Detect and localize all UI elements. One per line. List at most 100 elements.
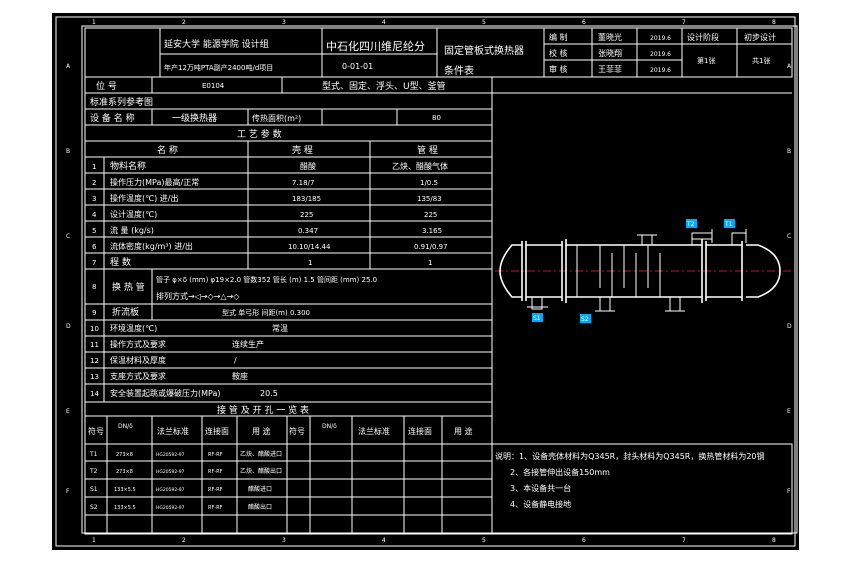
svg-text:安全装置起跳或爆破压力(MPa): 安全装置起跳或爆破压力(MPa) <box>110 388 221 398</box>
stage-label: 设计阶段 <box>687 32 719 42</box>
title-block: 延安大学 能源学院 设计组 中石化四川维尼纶分 年产12万吨PTA副产2400吨… <box>84 27 793 78</box>
row-number: 9 <box>92 309 96 317</box>
svg-text:设计温度(℃): 设计温度(℃) <box>110 209 157 219</box>
table-row: 7 程 数 1 1 <box>92 256 432 268</box>
equipment-value: 一级换热器 <box>172 112 217 124</box>
svg-text:3: 3 <box>92 195 96 203</box>
svg-text:S2: S2 <box>90 504 98 511</box>
col-number: 6 <box>582 537 586 544</box>
svg-text:操作压力(MPa)最高/正常: 操作压力(MPa)最高/正常 <box>110 177 199 187</box>
svg-text:0.347: 0.347 <box>298 227 318 235</box>
nozzle-row: S2 133×5.5 HG20592-97 RF-RF 醋酸出口 <box>90 503 272 511</box>
svg-text:RF-RF: RF-RF <box>208 469 223 475</box>
row-letter: C <box>787 233 791 240</box>
signer-name: 董晓光 <box>598 32 622 42</box>
table-row: 1 物料名称 醋酸 乙炔、醋酸气体 <box>92 160 448 172</box>
engineering-drawing: 1 2 3 4 5 6 7 8 1 2 3 4 5 6 7 8 A B C D … <box>55 16 798 547</box>
equipment-type: 型式、固定、浮头、U型、釜管 <box>322 80 446 92</box>
col-number: 5 <box>482 537 486 544</box>
row-letter: A <box>787 63 792 70</box>
col-header: 用 途 <box>454 426 473 436</box>
svg-text:HG20592-97: HG20592-97 <box>156 505 185 511</box>
col-header: 符号 <box>88 426 104 436</box>
svg-text:S1: S1 <box>533 315 541 322</box>
svg-text:4: 4 <box>92 211 97 219</box>
row-letter: F <box>787 488 791 495</box>
svg-text:225: 225 <box>424 211 437 219</box>
project-name: 中石化四川维尼纶分 <box>326 39 425 53</box>
svg-text:T1: T1 <box>89 451 98 458</box>
drawing-name: 固定管板式换热器 <box>444 44 524 57</box>
nozzle-row: S1 133×5.5 HG20592-97 RF-RF 醋酸进口 <box>90 485 272 493</box>
col-number: 1 <box>92 19 96 26</box>
school-name: 延安大学 能源学院 设计组 <box>164 38 269 50</box>
notes: 说明：1、设备壳体材料为Q345R，封头材料为Q345R，换热管材料为20钢 2… <box>491 443 793 535</box>
svg-text:保温材料及厚度: 保温材料及厚度 <box>110 355 166 365</box>
table-row: 6 流体密度(kg/m³) 进/出 10.10/14.44 0.91/0.97 <box>92 241 448 251</box>
standard-label: 标准系列参考图 <box>90 96 153 108</box>
area-label: 传热面积(m²) <box>252 113 301 123</box>
role-label: 审 核 <box>549 64 568 74</box>
nozzle-tag-s1: S1 <box>532 313 543 322</box>
svg-text:1: 1 <box>308 259 312 267</box>
svg-text:RF-RF: RF-RF <box>208 487 223 493</box>
svg-text:135/83: 135/83 <box>417 195 442 203</box>
svg-text:醋酸出口: 醋酸出口 <box>248 503 272 511</box>
note-line: 2、各接管伸出设备150mm <box>510 467 610 477</box>
col-number: 2 <box>182 19 186 26</box>
svg-text:操作方式及要求: 操作方式及要求 <box>110 339 166 349</box>
svg-text:HG20592-97: HG20592-97 <box>156 469 185 475</box>
note-line: 3、本设备共一台 <box>510 483 571 493</box>
svg-text:10: 10 <box>90 325 99 333</box>
svg-text:S1: S1 <box>90 486 98 493</box>
svg-text:RF-RF: RF-RF <box>208 452 223 458</box>
table-row: 11 操作方式及要求 连续生产 <box>90 339 264 349</box>
svg-text:HG20592-97: HG20592-97 <box>156 452 185 458</box>
col-number: 4 <box>382 19 386 26</box>
svg-text:乙炔、醋酸气体: 乙炔、醋酸气体 <box>392 161 448 171</box>
sign-date: 2019.6 <box>650 35 671 42</box>
column-numbers-top: 1 2 3 4 5 6 7 8 <box>92 19 776 26</box>
svg-text:T2: T2 <box>89 468 98 475</box>
svg-text:T2: T2 <box>686 221 695 228</box>
svg-text:3.165: 3.165 <box>422 227 442 235</box>
col-number: 1 <box>92 537 96 544</box>
sign-date: 2019.6 <box>650 51 671 58</box>
svg-text:225: 225 <box>300 211 313 219</box>
svg-text:11: 11 <box>90 341 99 349</box>
baffle-label: 折流板 <box>112 306 139 318</box>
nozzle-row: T2 273×8 HG20592-97 RF-RF 乙炔、醋酸出口 <box>89 467 282 475</box>
col-number: 5 <box>482 19 486 26</box>
nozzle-tag-t2: T2 <box>686 219 697 228</box>
col-header: 连接面 <box>205 426 229 436</box>
svg-text:HG20592-97: HG20592-97 <box>156 487 185 493</box>
drawing-number: 0-01-01 <box>342 62 373 71</box>
area-value: 80 <box>432 114 441 122</box>
row-letter: F <box>66 488 70 495</box>
svg-text:乙炔、醋酸出口: 乙炔、醋酸出口 <box>240 467 282 475</box>
sheet-number: 第1张 <box>697 56 715 65</box>
nozzle-table-title: 接 管 及 开 孔 一 览 表 <box>217 404 309 416</box>
table-row: 3 操作温度(℃) 进/出 183/185 135/83 <box>92 193 442 203</box>
nozzle-tag-s2: S2 <box>580 314 591 323</box>
sign-date: 2019.6 <box>650 67 671 74</box>
svg-text:支座方式及要求: 支座方式及要求 <box>110 371 166 381</box>
nozzle-tag-t1: T1 <box>724 219 735 228</box>
svg-text:1: 1 <box>428 259 432 267</box>
header-tube: 管 程 <box>417 144 438 156</box>
row-letter: E <box>787 408 791 415</box>
svg-text:操作温度(℃) 进/出: 操作温度(℃) 进/出 <box>110 193 178 203</box>
position-value: E0104 <box>202 82 225 90</box>
svg-text:S2: S2 <box>581 316 589 323</box>
svg-text:物料名称: 物料名称 <box>110 160 146 172</box>
header-item: 名 称 <box>157 144 178 156</box>
svg-text:2: 2 <box>92 179 96 187</box>
note-line: 4、设备静电接地 <box>510 499 571 509</box>
svg-text:0.91/0.97: 0.91/0.97 <box>414 243 448 251</box>
table-row: 14 安全装置起跳或爆破压力(MPa) 20.5 <box>90 388 278 398</box>
row-number: 8 <box>92 283 96 291</box>
col-number: 8 <box>772 537 776 544</box>
svg-text:醋酸: 醋酸 <box>300 161 316 171</box>
col-number: 7 <box>682 19 686 26</box>
spec-table: 位 号 E0104 型式、固定、浮头、U型、釜管 标准系列参考图 设 备 名 称… <box>84 76 792 403</box>
